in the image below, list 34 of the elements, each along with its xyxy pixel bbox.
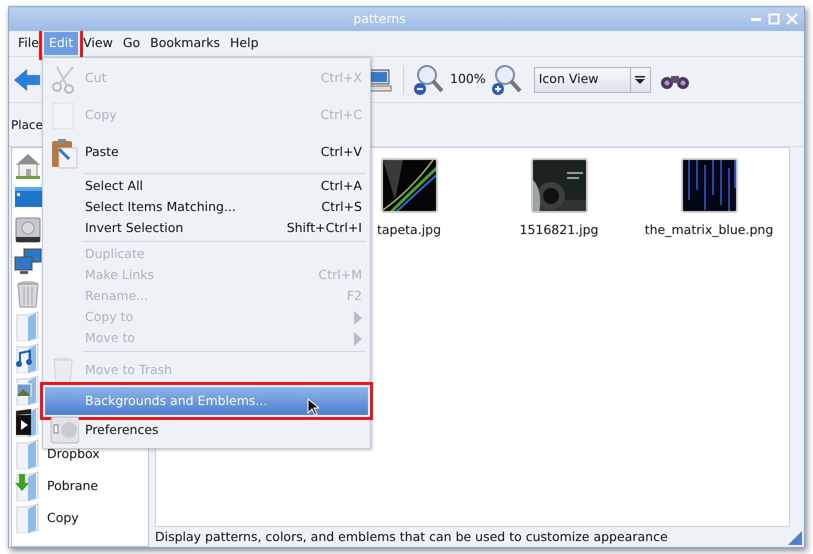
resize-grip-icon[interactable] (788, 531, 802, 545)
menu-item[interactable]: Select All Ctrl+A (45, 176, 368, 197)
menu-item[interactable]: Go (118, 32, 146, 55)
status-text: Display patterns, colors, and emblems that can be used to customize appearance (155, 528, 668, 546)
clipboard-icon (49, 136, 79, 168)
menu-item[interactable]: Bookmarks (145, 32, 225, 55)
submenu-arrow-icon (354, 310, 362, 324)
dropdown-caret-icon (635, 76, 646, 84)
menu-item[interactable]: Paste Ctrl+V (45, 134, 368, 171)
network-icon[interactable] (14, 247, 43, 277)
menu-item[interactable]: Select Items Matching... Ctrl+S (45, 197, 368, 218)
file-name[interactable]: the_matrix_blue.png (644, 221, 774, 240)
menu-item[interactable]: File (13, 32, 44, 55)
view-select[interactable]: Icon View (534, 66, 651, 92)
sidebar-item[interactable]: Pobrane (47, 476, 98, 496)
hard-drive-icon[interactable] (14, 215, 43, 245)
zoom-in-icon[interactable] (492, 64, 522, 96)
file-name[interactable]: 1516821.jpg (520, 221, 598, 240)
menu-item[interactable]: Invert Selection Shift+Ctrl+I (45, 218, 368, 239)
menu-item[interactable]: Help (225, 32, 264, 55)
submenu-arrow-icon (354, 332, 362, 346)
window-title: patterns (352, 10, 407, 28)
menu-item[interactable]: View (78, 32, 118, 55)
zoom-level: 100% (450, 70, 486, 88)
zoom-out-icon[interactable] (414, 64, 444, 96)
sidebar-item[interactable]: Dropbox (47, 444, 100, 464)
file-name[interactable]: tapeta.jpg (376, 221, 442, 240)
home-icon[interactable] (14, 151, 43, 181)
preferences-icon (49, 414, 79, 446)
places-label: Place (11, 116, 43, 134)
back-arrow-icon[interactable] (13, 66, 41, 92)
mouse-cursor-icon (307, 397, 319, 416)
menu-item[interactable]: Preferences (45, 415, 368, 445)
sidebar-item[interactable]: Copy (47, 508, 79, 528)
